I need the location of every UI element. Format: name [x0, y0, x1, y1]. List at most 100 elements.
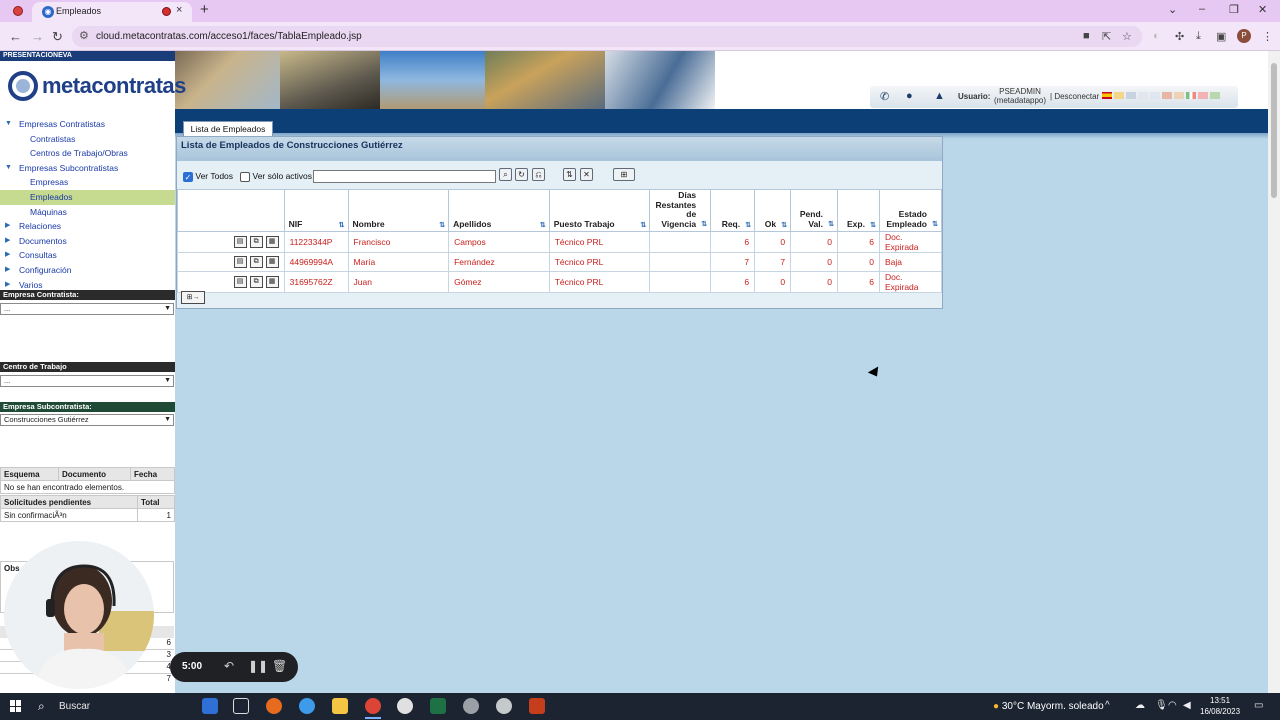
widgets-app-icon[interactable] [202, 698, 218, 714]
powerpoint-icon[interactable] [529, 698, 545, 714]
catalan-flag-icon[interactable] [1114, 92, 1124, 99]
filter-input[interactable] [313, 170, 496, 183]
notification-icon[interactable]: ▭ [1254, 700, 1263, 711]
site-settings-icon[interactable]: ⚙ [79, 29, 89, 42]
clear-filter-icon[interactable]: ⎌ [532, 168, 545, 181]
settings-gear-icon[interactable] [397, 698, 413, 714]
refresh-icon[interactable]: ↻ [515, 168, 528, 181]
system-clock[interactable]: 13:51 16/08/2023 [1200, 695, 1240, 717]
excel-icon[interactable] [430, 698, 446, 714]
minimize-button[interactable]: – [1199, 3, 1205, 15]
reload-button[interactable]: ↻ [52, 29, 63, 45]
col-estado[interactable]: Estado Empleado ⇅ [878, 189, 943, 232]
documents-icon[interactable]: ▦ [265, 236, 279, 248]
close-tab-icon[interactable]: × [176, 4, 182, 16]
new-tab-button[interactable]: + [200, 1, 209, 18]
view-icon[interactable]: ▤ [233, 236, 247, 248]
copy-icon[interactable]: ⧉ [249, 255, 263, 268]
chrome-alt-icon[interactable] [299, 698, 315, 714]
sort-icon[interactable]: ⇅ [745, 221, 751, 229]
french-flag-icon[interactable] [1174, 92, 1184, 99]
close-window-button[interactable]: ✕ [1258, 3, 1267, 16]
copy-icon[interactable]: ⧉ [249, 275, 263, 288]
view-icon[interactable]: ▤ [233, 255, 247, 268]
italian-flag-icon[interactable] [1186, 92, 1196, 99]
user-icon[interactable]: ▲ [934, 90, 945, 102]
wifi-icon[interactable]: ◠ [1168, 700, 1177, 711]
app-icon[interactable] [496, 698, 512, 714]
microphone-icon[interactable]: 🎙 [1155, 700, 1168, 711]
documents-icon[interactable]: ▦ [265, 275, 279, 288]
app-icon[interactable] [463, 698, 479, 714]
task-view-icon[interactable] [233, 698, 249, 714]
browser-tab[interactable]: ◉ Empleados × [32, 2, 192, 22]
menu-empresas-contratistas[interactable]: ▼ Empresas Contratistas [0, 117, 175, 132]
menu-documentos[interactable]: ▶ Documentos [0, 234, 175, 249]
pause-icon[interactable]: ❚❚ [248, 659, 268, 673]
col-req[interactable]: Req. ⇅ [710, 189, 756, 232]
extension-icon[interactable]: ◐ [1153, 30, 1160, 42]
trash-icon[interactable]: 🗑 [272, 659, 287, 673]
sort-icon[interactable]: ⇅ [339, 221, 345, 229]
tab-lista-empleados[interactable]: Lista de Empleados [183, 121, 273, 137]
maximize-button[interactable]: ❐ [1229, 3, 1239, 16]
cell-nif[interactable]: 11223344P [283, 231, 349, 253]
cell-nif[interactable]: 31695762Z [283, 270, 349, 293]
pending-label[interactable]: Sin confirmaciÃ³n [0, 508, 138, 522]
search-icon[interactable]: ⌕ [499, 168, 512, 181]
puzzle-icon[interactable]: ✣ [1175, 30, 1184, 43]
table-row[interactable]: ▤ ⧉ ▦ 31695762Z Juan Gómez Técnico PRL 6 0… [177, 270, 943, 293]
sort-icon[interactable]: ⇅ [870, 221, 876, 229]
col-ok[interactable]: Ok ⇅ [754, 189, 792, 232]
onedrive-icon[interactable]: ☁ [1135, 700, 1145, 711]
tab-search-icon[interactable]: ⌄ [1168, 3, 1177, 16]
menu-maquinas[interactable]: Máquinas [0, 205, 175, 220]
url-field[interactable]: ⚙ cloud.metacontratas.com/acceso1/faces/… [72, 26, 1142, 47]
sort-icon[interactable]: ⇅ [640, 221, 646, 229]
menu-empresas-subcontratistas[interactable]: ▼ Empresas Subcontratistas [0, 161, 175, 176]
forward-button[interactable]: → [31, 29, 44, 44]
camera-icon[interactable]: ■ [1083, 30, 1090, 42]
spanish-flag-icon[interactable] [1102, 92, 1112, 99]
profile-avatar[interactable]: P [1237, 29, 1251, 43]
menu-relaciones[interactable]: ▶ Relaciones [0, 219, 175, 234]
col-puesto[interactable]: Puesto Trabajo ⇅ [548, 189, 651, 232]
centro-select[interactable]: ... ▼ [0, 375, 174, 387]
kebab-menu-icon[interactable]: ⋮ [1262, 30, 1273, 43]
scrollbar-thumb[interactable] [1271, 63, 1277, 198]
speaker-icon[interactable]: ◀ [1183, 700, 1191, 711]
reset-sort-icon[interactable]: ✕ [580, 168, 593, 181]
chat-icon[interactable]: ● [906, 90, 913, 102]
sort-icon[interactable]: ⇅ [781, 221, 787, 229]
search-icon[interactable]: ⌕ [38, 699, 45, 714]
cell-nif[interactable]: 44969994A [283, 252, 349, 272]
sort-icon[interactable]: ⇅ [932, 220, 938, 230]
add-row-button[interactable]: ⊞→ [181, 291, 205, 304]
sort-icon[interactable]: ⇅ [701, 220, 707, 230]
col-exp[interactable]: Exp. ⇅ [837, 189, 880, 232]
page-scrollbar[interactable] [1268, 51, 1280, 693]
table-row[interactable]: ▤ ⧉ ▦ 44969994A María Fernández Técnico PR… [177, 252, 943, 272]
english-flag-icon[interactable] [1126, 92, 1136, 99]
contratista-select[interactable]: ... ▼ [0, 303, 174, 315]
share-icon[interactable]: ⇱ [1102, 30, 1111, 43]
sidepanel-icon[interactable]: ▣ [1216, 30, 1226, 43]
menu-empleados[interactable]: Empleados [0, 189, 175, 205]
polish-flag-icon[interactable] [1198, 92, 1208, 99]
col-nombre[interactable]: Nombre ⇅ [347, 189, 450, 232]
col-dias[interactable]: Días Restantes de Vigencia ⇅ [649, 189, 712, 232]
sort-icon[interactable]: ⇅ [540, 221, 546, 229]
menu-configuracion[interactable]: ▶ Configuración [0, 263, 175, 278]
phone-icon[interactable]: ✆ [880, 90, 889, 103]
documents-icon[interactable]: ▦ [265, 255, 279, 268]
sort-icon[interactable]: ⇅ [828, 220, 834, 230]
back-button[interactable]: ← [9, 29, 22, 44]
portuguese-flag-icon[interactable] [1162, 92, 1172, 99]
bookmark-star-icon[interactable]: ☆ [1122, 30, 1132, 43]
add-employee-icon[interactable]: ⊞ [613, 168, 635, 181]
taskbar-search-label[interactable]: Buscar [59, 701, 90, 712]
ver-activos-checkbox[interactable] [240, 171, 251, 182]
galician-flag-icon[interactable] [1150, 92, 1160, 99]
windows-start-icon[interactable] [10, 700, 22, 712]
menu-consultas[interactable]: ▶ Consultas [0, 248, 175, 263]
